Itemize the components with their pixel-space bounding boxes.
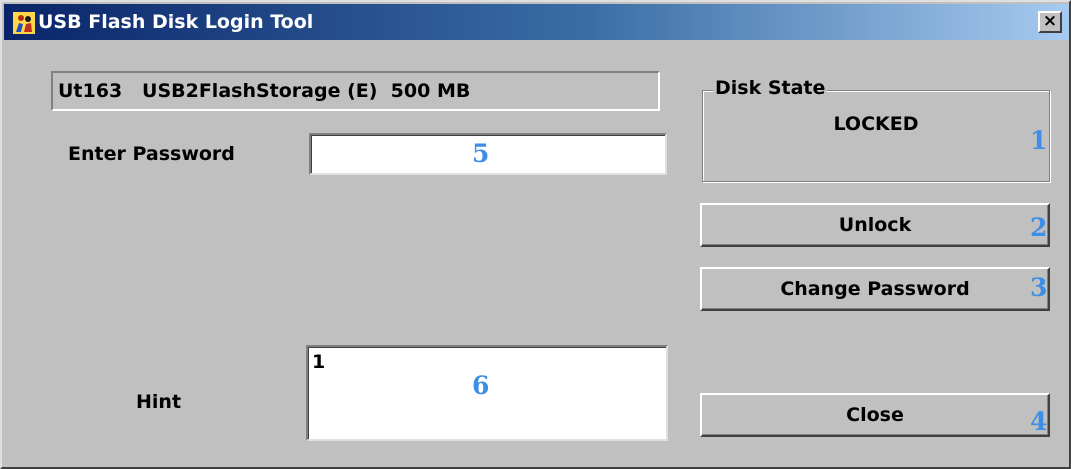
callout-3: 3 xyxy=(1030,273,1048,302)
callout-4: 4 xyxy=(1030,407,1048,436)
hint-text: 1 xyxy=(312,351,326,373)
device-info-field: Ut163 USB2FlashStorage (E) 500 MB xyxy=(51,71,660,111)
callout-5: 5 xyxy=(472,139,490,168)
app-figure-icon xyxy=(13,12,35,34)
hint-label: Hint xyxy=(136,391,182,413)
title-bar[interactable]: USB Flash Disk Login Tool × xyxy=(4,4,1069,40)
callout-1: 1 xyxy=(1030,126,1048,155)
callout-2: 2 xyxy=(1030,213,1048,242)
change-password-button[interactable]: Change Password xyxy=(700,267,1050,311)
password-label: Enter Password xyxy=(68,143,235,165)
app-window: USB Flash Disk Login Tool × Ut163 USB2Fl… xyxy=(0,0,1071,469)
disk-state-value: LOCKED xyxy=(833,113,919,135)
disk-state-group: Disk State LOCKED xyxy=(702,77,1050,182)
disk-state-legend: Disk State xyxy=(713,77,828,99)
close-button[interactable]: Close xyxy=(700,393,1050,437)
unlock-button[interactable]: Unlock xyxy=(700,203,1050,247)
close-window-button[interactable]: × xyxy=(1038,11,1062,33)
window-title: USB Flash Disk Login Tool xyxy=(38,11,314,33)
device-info-text: Ut163 USB2FlashStorage (E) 500 MB xyxy=(58,80,471,102)
callout-6: 6 xyxy=(472,371,490,400)
